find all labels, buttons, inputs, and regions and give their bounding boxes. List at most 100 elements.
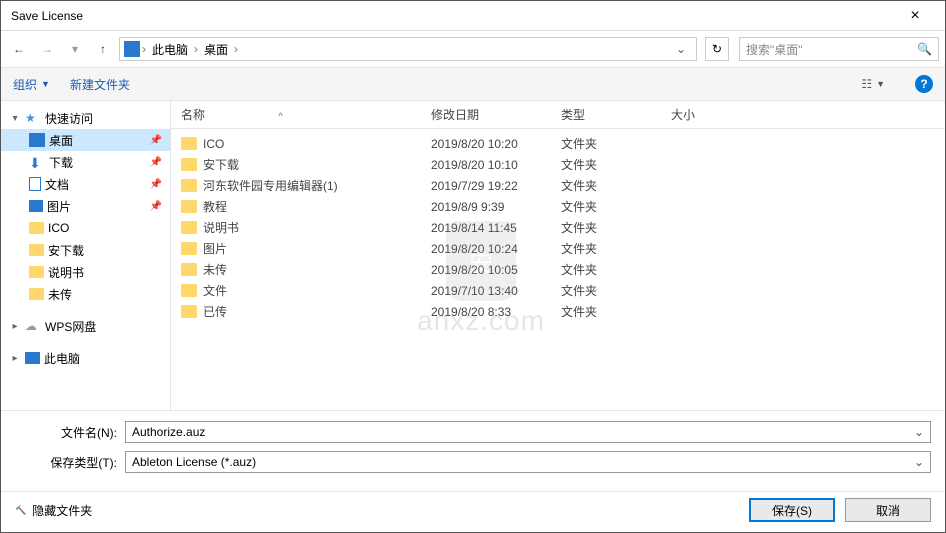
sidebar-item[interactable]: ⬇下载📌 — [1, 151, 170, 173]
refresh-icon[interactable]: ↻ — [705, 37, 729, 61]
chevron-right-icon[interactable]: › — [234, 42, 238, 56]
file-rows[interactable]: 安 anxz.com ICO2019/8/20 10:20文件夹安下载2019/… — [171, 129, 945, 410]
filetype-select[interactable]: Ableton License (*.auz) ⌄ — [125, 451, 931, 473]
file-date: 2019/7/29 19:22 — [431, 179, 561, 193]
chevron-icon[interactable]: ▸ — [9, 353, 21, 364]
cloud-icon: ☁ — [25, 319, 41, 333]
view-options-button[interactable]: ☷ ▼ — [861, 77, 885, 91]
folder-icon — [29, 244, 44, 256]
breadcrumb-current[interactable]: 桌面 — [200, 41, 232, 58]
chevron-up-icon: 🔨 — [15, 505, 26, 516]
table-row[interactable]: 河东软件园专用编辑器(1)2019/7/29 19:22文件夹 — [171, 175, 945, 196]
footer: 🔨 隐藏文件夹 保存(S) 取消 — [1, 491, 945, 532]
file-name: ICO — [203, 137, 224, 151]
pin-icon: 📌 — [150, 157, 162, 168]
search-icon[interactable]: 🔍 — [917, 42, 932, 56]
chevron-right-icon[interactable]: › — [194, 42, 198, 56]
filetype-label: 保存类型(T): — [15, 454, 125, 471]
sidebar-item[interactable]: 说明书 — [1, 261, 170, 283]
sidebar-item-label: 说明书 — [48, 264, 84, 281]
forward-icon: → — [35, 37, 59, 61]
file-name: 安下载 — [203, 156, 239, 173]
hide-folders-button[interactable]: 🔨 隐藏文件夹 — [15, 502, 92, 519]
table-row[interactable]: 说明书2019/8/14 11:45文件夹 — [171, 217, 945, 238]
sidebar-item-label: 文档 — [45, 176, 69, 193]
sidebar-wps[interactable]: ▸ ☁ WPS网盘 — [1, 315, 170, 337]
column-type[interactable]: 类型 — [561, 106, 671, 123]
view-icon: ☷ — [861, 77, 872, 91]
file-list: 名称 ^ 修改日期 类型 大小 安 anxz.com ICO2019/8/20 … — [171, 101, 945, 410]
main-area: ▸ ★ 快速访问 桌面📌⬇下载📌文档📌图片📌ICO安下载说明书未传 ▸ ☁ WP… — [1, 101, 945, 410]
recent-dropdown-icon[interactable]: ▾ — [63, 37, 87, 61]
folder-icon — [181, 137, 197, 150]
chevron-right-icon[interactable]: › — [142, 42, 146, 56]
table-row[interactable]: 文件2019/7/10 13:40文件夹 — [171, 280, 945, 301]
filename-input[interactable]: Authorize.auz ⌄ — [125, 421, 931, 443]
folder-icon — [181, 158, 197, 171]
sidebar-item-label: 桌面 — [49, 132, 73, 149]
file-date: 2019/8/20 10:20 — [431, 137, 561, 151]
column-name[interactable]: 名称 ^ — [181, 106, 431, 123]
pic-icon — [29, 200, 43, 212]
file-type: 文件夹 — [561, 156, 671, 173]
sidebar-item[interactable]: 图片📌 — [1, 195, 170, 217]
save-button[interactable]: 保存(S) — [749, 498, 835, 522]
file-date: 2019/7/10 13:40 — [431, 284, 561, 298]
close-icon[interactable]: × — [895, 7, 935, 25]
address-bar[interactable]: › 此电脑 › 桌面 › ⌄ — [119, 37, 697, 61]
file-type: 文件夹 — [561, 303, 671, 320]
file-name: 已传 — [203, 303, 227, 320]
file-name: 文件 — [203, 282, 227, 299]
pin-icon: 📌 — [150, 201, 162, 212]
sidebar-quick-access[interactable]: ▸ ★ 快速访问 — [1, 107, 170, 129]
column-headers: 名称 ^ 修改日期 类型 大小 — [171, 101, 945, 129]
back-icon[interactable]: ← — [7, 37, 31, 61]
table-row[interactable]: 已传2019/8/20 8:33文件夹 — [171, 301, 945, 322]
sidebar-item-label: 未传 — [48, 286, 72, 303]
file-date: 2019/8/20 10:10 — [431, 158, 561, 172]
chevron-down-icon[interactable]: ⌄ — [914, 455, 924, 469]
pc-icon — [25, 352, 40, 364]
new-folder-button[interactable]: 新建文件夹 — [70, 76, 130, 93]
file-name: 教程 — [203, 198, 227, 215]
chevron-down-icon[interactable]: ⌄ — [914, 425, 924, 439]
navbar: ← → ▾ ↑ › 此电脑 › 桌面 › ⌄ ↻ 搜索"桌面" 🔍 — [1, 31, 945, 67]
breadcrumb-root[interactable]: 此电脑 — [148, 41, 192, 58]
sidebar-item[interactable]: ICO — [1, 217, 170, 239]
folder-icon — [181, 242, 197, 255]
cancel-button[interactable]: 取消 — [845, 498, 931, 522]
table-row[interactable]: 教程2019/8/9 9:39文件夹 — [171, 196, 945, 217]
chevron-icon[interactable]: ▸ — [9, 321, 21, 332]
table-row[interactable]: 未传2019/8/20 10:05文件夹 — [171, 259, 945, 280]
organize-button[interactable]: 组织 ▼ — [13, 76, 50, 93]
search-input[interactable]: 搜索"桌面" 🔍 — [739, 37, 939, 61]
pc-icon — [124, 41, 140, 57]
up-icon[interactable]: ↑ — [91, 37, 115, 61]
chevron-icon[interactable]: ▸ — [10, 112, 21, 124]
folder-icon — [29, 222, 44, 234]
window-title: Save License — [11, 9, 895, 23]
column-date[interactable]: 修改日期 — [431, 106, 561, 123]
help-icon[interactable]: ? — [915, 75, 933, 93]
sidebar-item[interactable]: 安下载 — [1, 239, 170, 261]
column-size[interactable]: 大小 — [671, 106, 751, 123]
pin-icon: 📌 — [150, 135, 162, 146]
file-date: 2019/8/20 10:24 — [431, 242, 561, 256]
sidebar-item-label: ICO — [48, 221, 69, 235]
file-type: 文件夹 — [561, 177, 671, 194]
file-name: 图片 — [203, 240, 227, 257]
table-row[interactable]: 图片 2019/8/20 10:24文件夹 — [171, 238, 945, 259]
sidebar-item[interactable]: 未传 — [1, 283, 170, 305]
sidebar-this-pc[interactable]: ▸ 此电脑 — [1, 347, 170, 369]
file-date: 2019/8/14 11:45 — [431, 221, 561, 235]
chevron-down-icon: ▼ — [876, 79, 885, 89]
file-type: 文件夹 — [561, 240, 671, 257]
bottom-panel: 文件名(N): Authorize.auz ⌄ 保存类型(T): Ableton… — [1, 410, 945, 491]
sidebar-item[interactable]: 桌面 📌 — [1, 129, 170, 151]
sidebar-item[interactable]: 文档📌 — [1, 173, 170, 195]
file-type: 文件夹 — [561, 135, 671, 152]
address-dropdown-icon[interactable]: ⌄ — [670, 42, 692, 56]
table-row[interactable]: ICO 2019/8/20 10:20文件夹 — [171, 133, 945, 154]
chevron-down-icon: ▼ — [41, 79, 50, 89]
table-row[interactable]: 安下载 2019/8/20 10:10文件夹 — [171, 154, 945, 175]
